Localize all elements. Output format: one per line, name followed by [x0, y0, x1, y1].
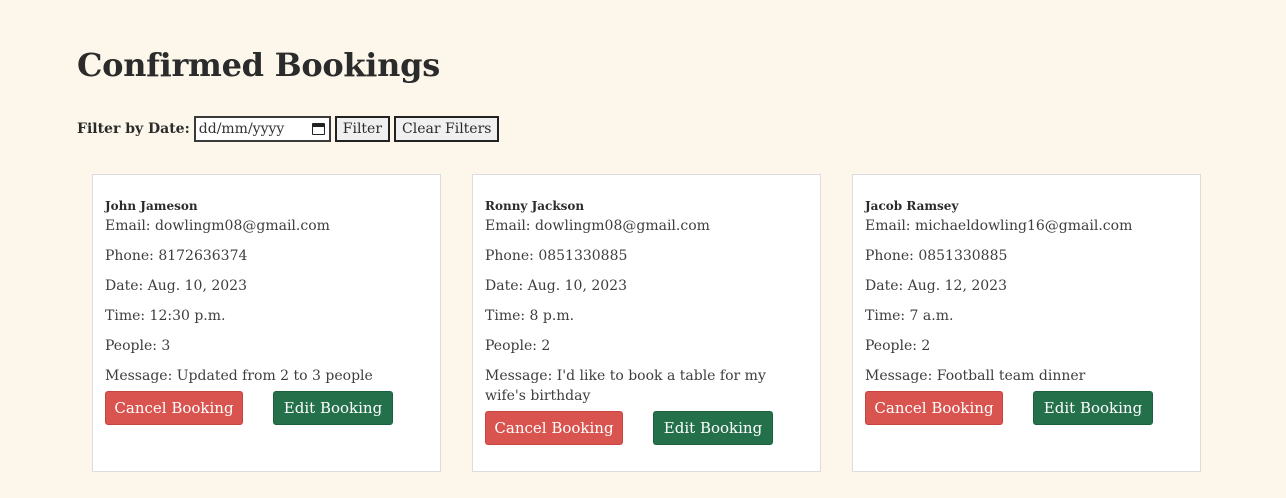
booking-message: Message: I'd like to book a table for my…: [485, 368, 766, 404]
booking-time: Time: 7 a.m.: [865, 308, 954, 324]
cancel-booking-button[interactable]: Cancel Booking: [105, 391, 243, 425]
edit-booking-button[interactable]: Edit Booking: [1033, 391, 1153, 425]
filter-date-label: Filter by Date:: [77, 121, 190, 137]
booking-name: Jacob Ramsey: [865, 199, 959, 213]
booking-date: Date: Aug. 10, 2023: [105, 278, 247, 294]
booking-email: Email: dowlingm08@gmail.com: [105, 218, 330, 234]
page-title: Confirmed Bookings: [77, 46, 440, 84]
booking-name: Ronny Jackson: [485, 199, 585, 213]
booking-card: Jacob Ramsey Email: michaeldowling16@gma…: [852, 174, 1201, 472]
calendar-icon[interactable]: [311, 123, 325, 135]
booking-phone: Phone: 0851330885: [485, 248, 628, 264]
booking-message: Message: Football team dinner: [865, 368, 1086, 384]
date-input-placeholder: dd/mm/yyyy: [198, 121, 285, 137]
filter-button[interactable]: Filter: [334, 116, 391, 142]
booking-time: Time: 12:30 p.m.: [105, 308, 226, 324]
booking-name: John Jameson: [105, 199, 198, 213]
booking-phone: Phone: 8172636374: [105, 248, 248, 264]
date-filter-form: Filter by Date: dd/mm/yyyy Filter Clear …: [77, 116, 500, 142]
booking-phone: Phone: 0851330885: [865, 248, 1008, 264]
booking-date: Date: Aug. 12, 2023: [865, 278, 1007, 294]
edit-booking-button[interactable]: Edit Booking: [273, 391, 393, 425]
booking-actions: Cancel Booking Edit Booking: [485, 411, 808, 445]
booking-card: Ronny Jackson Email: dowlingm08@gmail.co…: [472, 174, 821, 472]
filter-date-input[interactable]: dd/mm/yyyy: [193, 116, 331, 142]
cancel-booking-button[interactable]: Cancel Booking: [485, 411, 623, 445]
booking-actions: Cancel Booking Edit Booking: [865, 391, 1188, 425]
booking-email: Email: michaeldowling16@gmail.com: [865, 218, 1133, 234]
booking-card: John Jameson Email: dowlingm08@gmail.com…: [92, 174, 441, 472]
booking-actions: Cancel Booking Edit Booking: [105, 391, 428, 425]
booking-people: People: 2: [485, 338, 551, 354]
clear-filters-button[interactable]: Clear Filters: [394, 116, 500, 142]
booking-people: People: 2: [865, 338, 931, 354]
booking-message: Message: Updated from 2 to 3 people: [105, 368, 373, 384]
booking-time: Time: 8 p.m.: [485, 308, 575, 324]
booking-date: Date: Aug. 10, 2023: [485, 278, 627, 294]
booking-email: Email: dowlingm08@gmail.com: [485, 218, 710, 234]
edit-booking-button[interactable]: Edit Booking: [653, 411, 773, 445]
booking-people: People: 3: [105, 338, 171, 354]
cancel-booking-button[interactable]: Cancel Booking: [865, 391, 1003, 425]
